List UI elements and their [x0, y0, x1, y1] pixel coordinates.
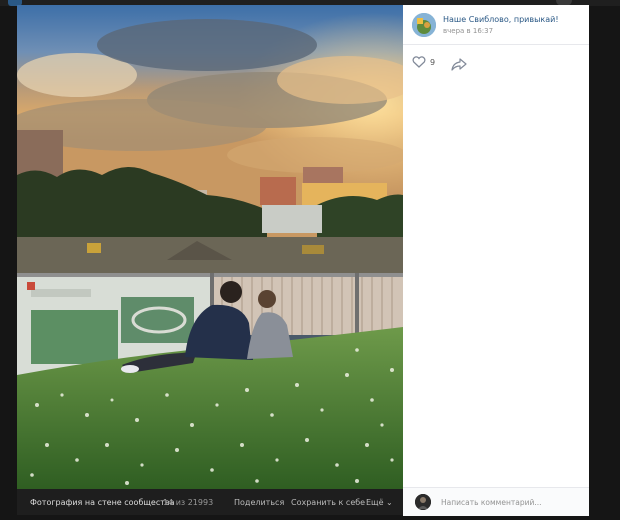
- photo-source-link[interactable]: Фотография на стене сообщества: [30, 498, 175, 507]
- group-avatar-image: [412, 13, 436, 37]
- post-side-panel: Наше Свиблово, привыкай! вчера в 16:37 9: [403, 5, 589, 516]
- photo-bottom-bar: Фотография на стене сообщества 14 из 219…: [17, 489, 403, 515]
- photo-counter: 14 из 21993: [163, 498, 214, 507]
- comment-bar: [403, 487, 589, 516]
- share-button[interactable]: [451, 56, 467, 71]
- post-actions: 9: [403, 49, 589, 73]
- save-to-self-link[interactable]: Сохранить к себе: [291, 498, 365, 507]
- comment-input[interactable]: [441, 495, 581, 509]
- share-link[interactable]: Поделиться: [234, 498, 284, 507]
- share-arrow-icon: [451, 58, 467, 71]
- like-count: 9: [430, 58, 436, 67]
- post-header: Наше Свиблово, привыкай! вчера в 16:37: [403, 5, 589, 45]
- group-name-link[interactable]: Наше Свиблово, привыкай!: [443, 15, 559, 24]
- post-timestamp[interactable]: вчера в 16:37: [443, 27, 493, 35]
- like-button[interactable]: 9: [412, 55, 442, 71]
- photo-image: [17, 5, 403, 489]
- user-avatar-image: [415, 494, 431, 510]
- photo-view[interactable]: [17, 5, 403, 489]
- more-menu-link[interactable]: Ещё ⌄: [366, 498, 393, 507]
- user-avatar[interactable]: [415, 494, 431, 510]
- heart-icon: [412, 56, 426, 68]
- group-avatar[interactable]: [412, 13, 436, 37]
